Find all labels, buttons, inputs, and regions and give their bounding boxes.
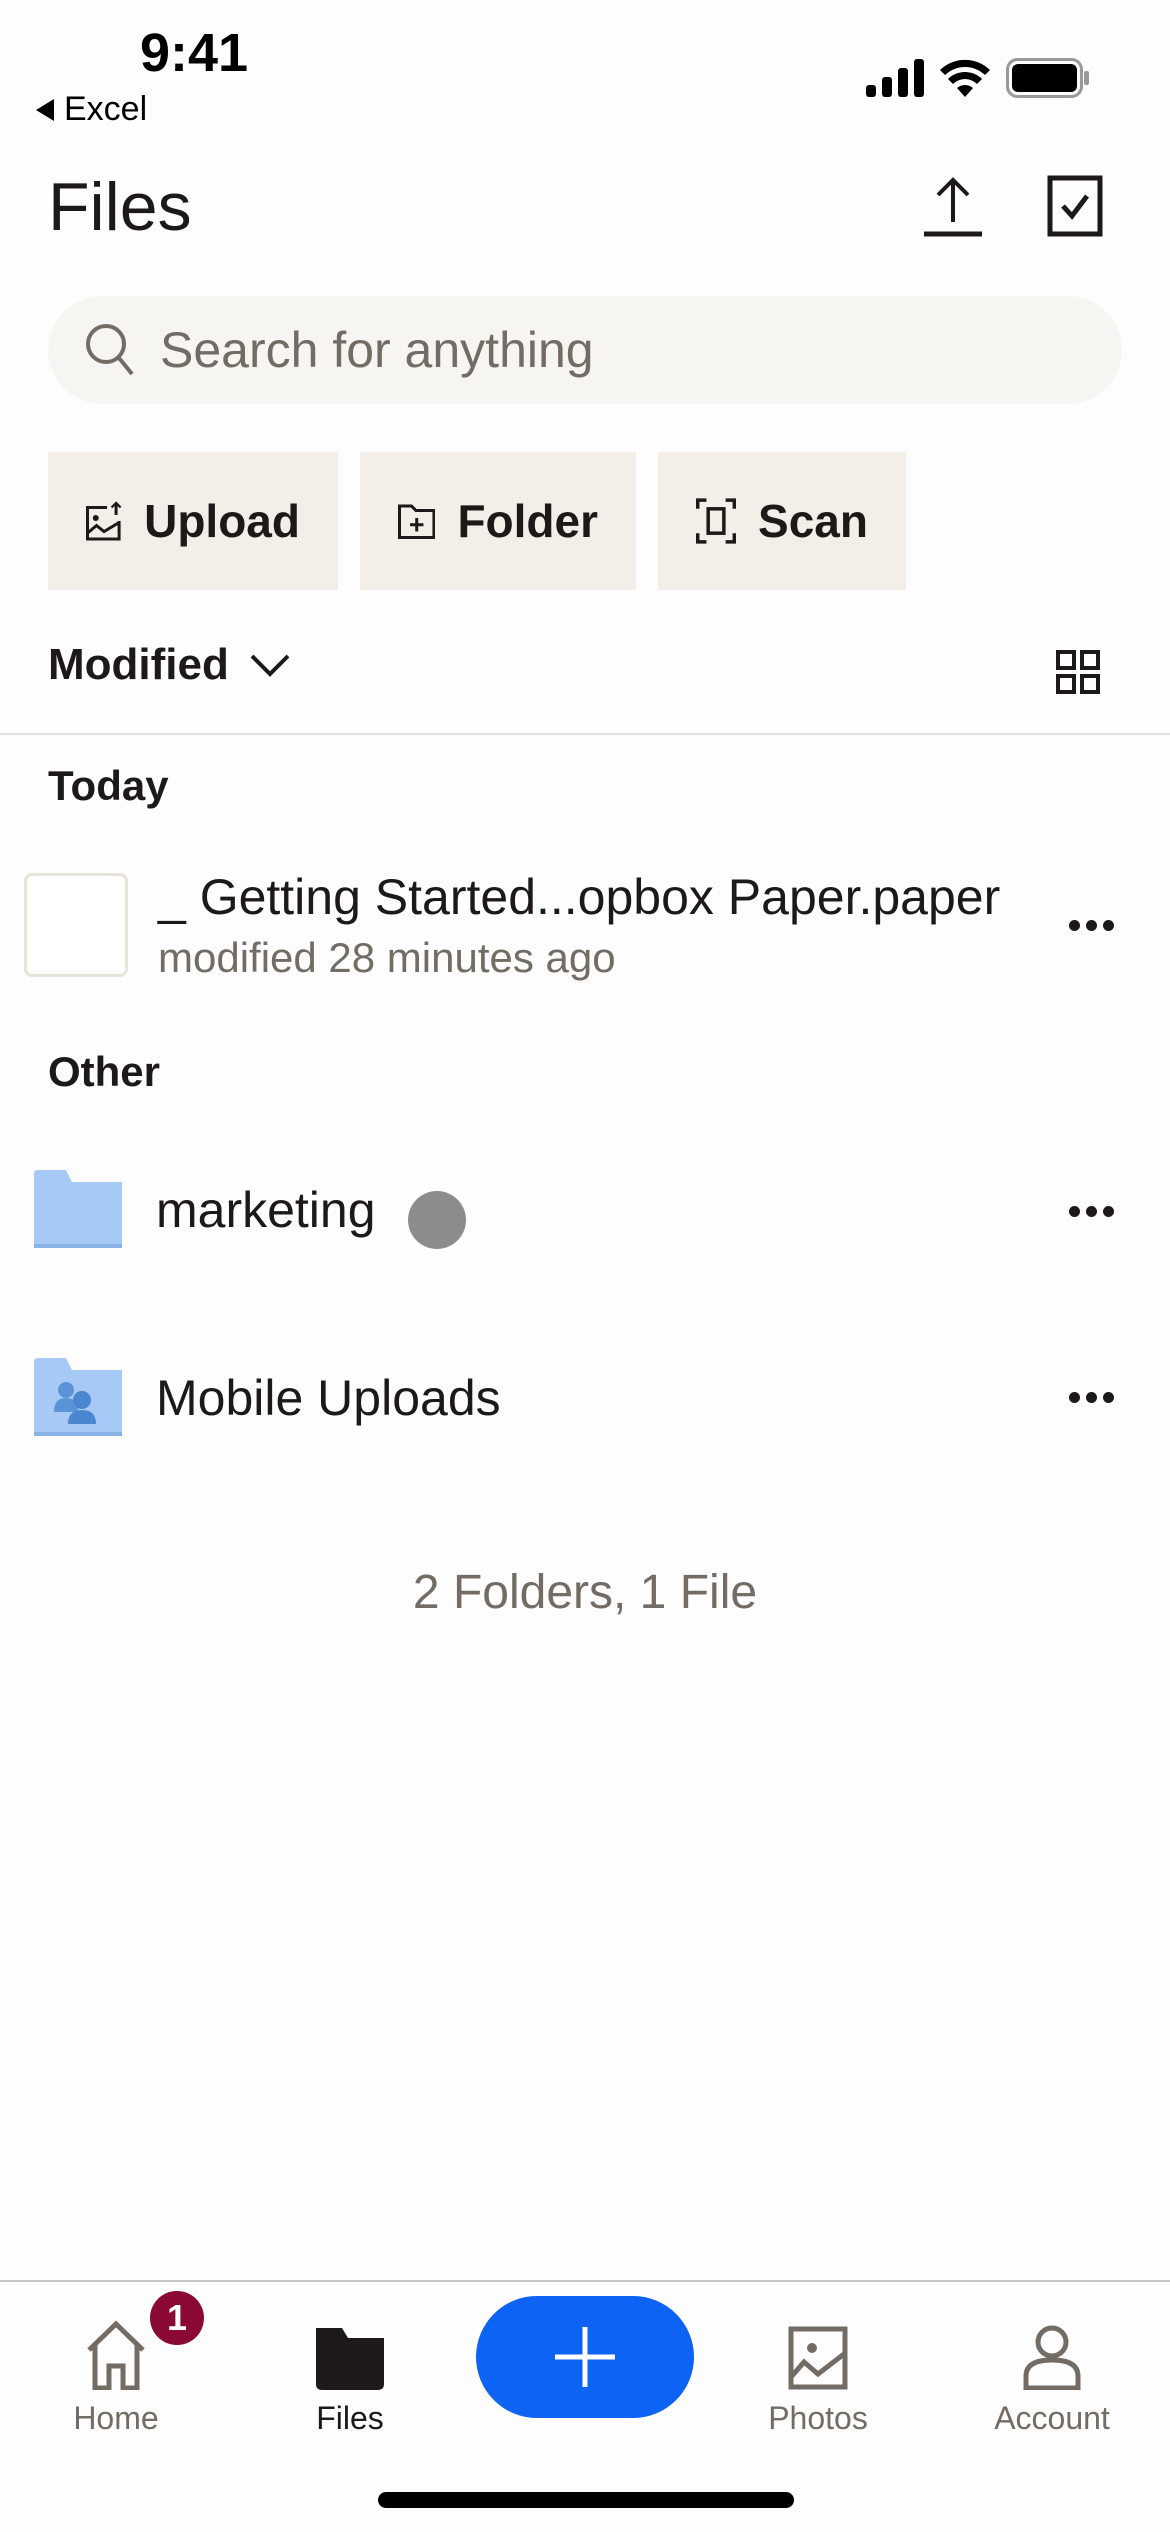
tab-files[interactable]: Files (250, 2300, 450, 2437)
back-to-app-button[interactable]: Excel (36, 90, 147, 129)
more-options-button[interactable] (1069, 920, 1114, 931)
notification-badge: 1 (150, 2291, 204, 2345)
more-options-button[interactable] (1069, 1392, 1114, 1403)
dot (1103, 920, 1114, 931)
folder-action-label: Folder (457, 495, 598, 547)
tab-photos[interactable]: Photos (718, 2300, 918, 2437)
scan-action-button[interactable]: Scan (658, 452, 906, 590)
dot (1069, 920, 1080, 931)
dot (1103, 1206, 1114, 1217)
cellular-signal-icon (866, 59, 924, 97)
tabbar-divider (0, 2280, 1170, 2282)
select-button[interactable] (1040, 172, 1110, 242)
quick-actions: Upload Folder Scan (48, 452, 906, 590)
dot (1086, 920, 1097, 931)
dot (1086, 1206, 1097, 1217)
upload-photo-icon (86, 501, 122, 541)
folder-name: marketing (156, 1182, 376, 1238)
file-modified: modified 28 minutes ago (158, 934, 616, 981)
plus-icon (555, 2327, 615, 2387)
create-button[interactable] (476, 2296, 694, 2418)
status-icons (866, 58, 1090, 98)
search-icon (86, 324, 134, 376)
folder-row[interactable]: marketing (0, 1160, 1170, 1260)
photos-icon (788, 2326, 848, 2390)
upload-action-button[interactable]: Upload (48, 452, 338, 590)
dot (1069, 1392, 1080, 1403)
scan-icon (696, 498, 737, 544)
tab-account[interactable]: Account (952, 2300, 1152, 2437)
folder-filled-icon (316, 2328, 384, 2390)
upload-arrow-icon (924, 177, 982, 237)
file-row[interactable]: _ Getting Started...opbox Paper.paper mo… (0, 860, 1170, 990)
wifi-icon (940, 59, 990, 97)
tab-photos-label: Photos (768, 2400, 868, 2436)
search-placeholder: Search for anything (160, 322, 594, 378)
chevron-down-icon (250, 654, 290, 677)
back-app-label: Excel (64, 90, 148, 128)
home-icon (87, 2320, 145, 2390)
sync-status-dot (407, 1191, 466, 1249)
dot (1103, 1392, 1114, 1403)
shared-folder-icon (34, 1358, 122, 1436)
folder-icon (34, 1170, 122, 1248)
more-options-button[interactable] (1069, 1206, 1114, 1217)
back-triangle-icon (36, 98, 54, 121)
page-title: Files (48, 169, 192, 245)
grid-view-icon (1056, 650, 1100, 694)
dot (1069, 1206, 1080, 1217)
scan-action-label: Scan (758, 495, 868, 547)
account-icon (1023, 2325, 1081, 2390)
section-title-other: Other (48, 1048, 161, 1095)
upload-action-label: Upload (144, 495, 300, 547)
battery-icon (1006, 58, 1089, 98)
new-folder-icon (398, 504, 436, 539)
tab-files-label: Files (316, 2400, 384, 2436)
tab-account-label: Account (994, 2400, 1110, 2436)
items-summary: 2 Folders, 1 File (412, 1566, 758, 1619)
folder-name: Mobile Uploads (156, 1370, 501, 1426)
status-time: 9:41 (140, 23, 249, 83)
divider (0, 733, 1170, 735)
file-name: _ Getting Started...opbox Paper.paper (158, 869, 1001, 925)
grid-view-button[interactable] (1056, 650, 1100, 694)
sort-label: Modified (48, 640, 229, 689)
sort-dropdown[interactable]: Modified (48, 640, 291, 690)
checkbox-select-icon (1047, 175, 1103, 237)
search-input[interactable]: Search for anything (48, 296, 1122, 404)
home-indicator (378, 2492, 794, 2508)
tab-home-label: Home (73, 2400, 159, 2436)
dot (1086, 1392, 1097, 1403)
folder-action-button[interactable]: Folder (360, 452, 636, 590)
paper-file-thumbnail-icon (24, 873, 128, 977)
folder-row[interactable]: Mobile Uploads (0, 1348, 1170, 1448)
section-title-today: Today (48, 762, 169, 809)
upload-button[interactable] (918, 172, 988, 242)
